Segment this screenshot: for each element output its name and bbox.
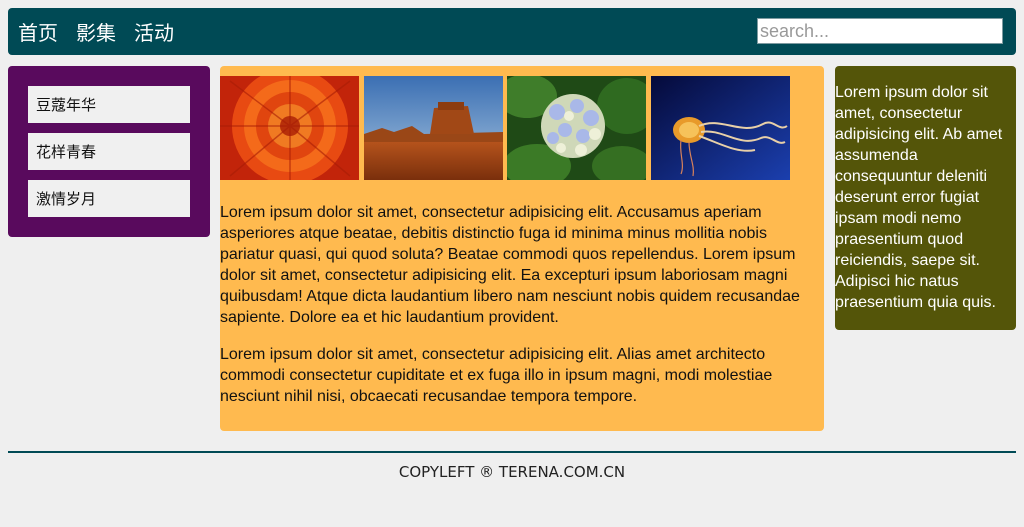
footer-divider — [8, 451, 1016, 453]
right-sidebar: Lorem ipsum dolor sit amet, consectetur … — [835, 66, 1016, 330]
photo-orange-flower[interactable] — [220, 76, 359, 180]
nav-albums[interactable]: 影集 — [76, 17, 116, 46]
footer-copyright: COPYLEFT ® TERENA.COM.CN — [398, 463, 626, 481]
left-sidebar: 豆蔻年华 花样青春 激情岁月 — [8, 66, 210, 237]
top-header: 首页 影集 活动 — [8, 8, 1016, 55]
search-input[interactable] — [757, 18, 1003, 44]
photo-hydrangea[interactable] — [507, 76, 646, 180]
photo-jellyfish[interactable] — [651, 76, 790, 180]
nav-events[interactable]: 活动 — [134, 17, 174, 46]
main-content: Lorem ipsum dolor sit amet, consectetur … — [220, 66, 824, 431]
main-paragraph-1: Lorem ipsum dolor sit amet, consectetur … — [220, 204, 800, 326]
nav-home[interactable]: 首页 — [18, 17, 58, 46]
main-paragraph-2: Lorem ipsum dolor sit amet, consectetur … — [220, 346, 773, 405]
main-nav: 首页 影集 活动 — [18, 8, 174, 55]
aside-text: Lorem ipsum dolor sit amet, consectetur … — [835, 84, 1003, 311]
photo-desert[interactable] — [364, 76, 503, 180]
sidebar-item-2[interactable]: 花样青春 — [28, 133, 190, 170]
sidebar-item-3[interactable]: 激情岁月 — [28, 180, 190, 217]
sidebar-item-1[interactable]: 豆蔻年华 — [28, 86, 190, 123]
